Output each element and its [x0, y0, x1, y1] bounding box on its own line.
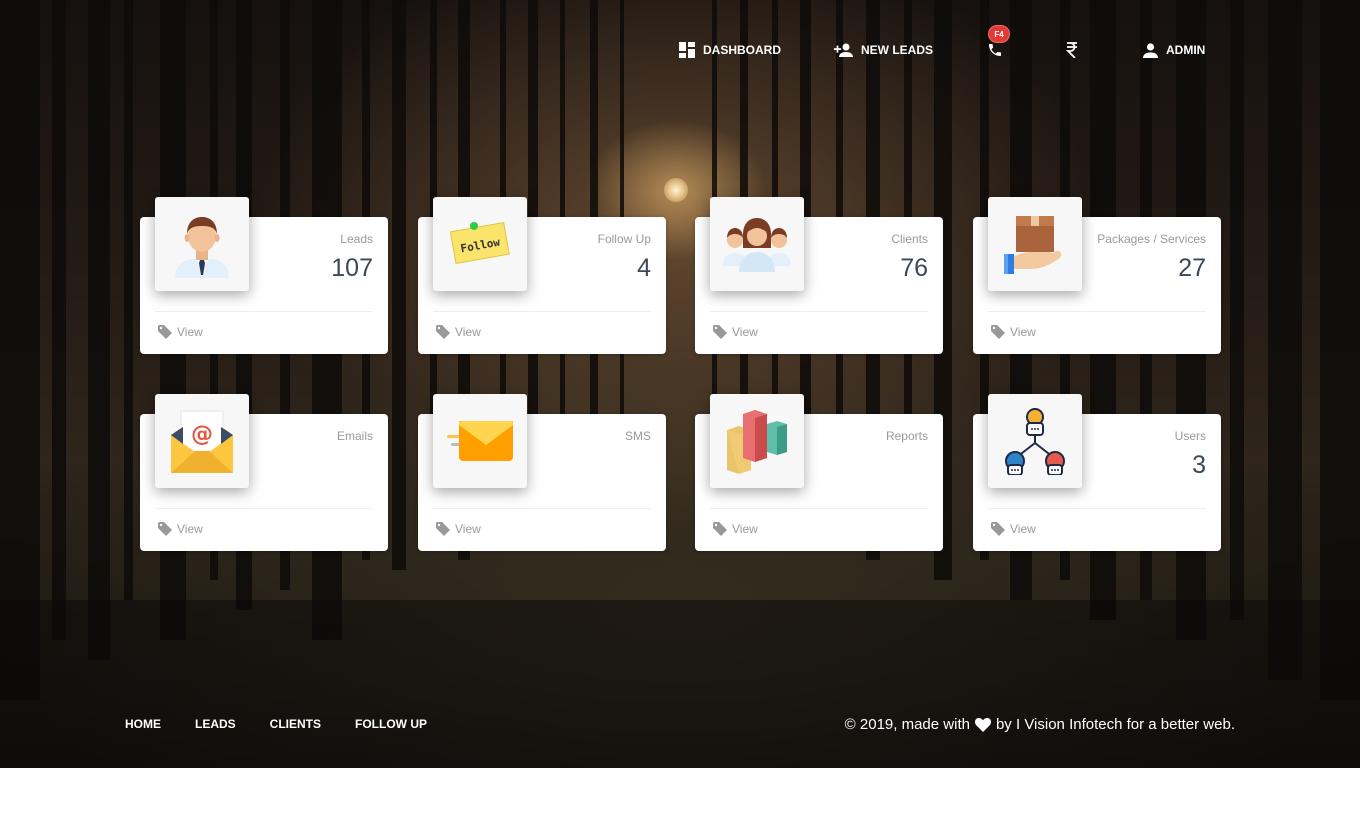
tag-icon	[436, 325, 450, 339]
card-value: 76	[900, 254, 928, 282]
card-divider	[433, 311, 651, 312]
nav-admin-label: Admin	[1166, 43, 1206, 57]
copyright-prefix: © 2019, made with	[844, 716, 970, 733]
card-footer-view[interactable]: View	[713, 522, 758, 536]
card-divider	[155, 311, 373, 312]
card-emails[interactable]: @ Emails View	[140, 394, 388, 551]
forest-background	[0, 0, 1360, 768]
businessman-icon	[155, 197, 249, 291]
card-value: 27	[1178, 254, 1206, 282]
nav-calls[interactable]: F4	[987, 25, 1010, 64]
fast-mail-icon	[433, 394, 527, 488]
footer-link-follow-up[interactable]: Follow Up	[355, 717, 427, 731]
nav-admin[interactable]: Admin	[1143, 36, 1205, 64]
footer-navigation: Home Leads Clients Follow Up	[125, 717, 461, 731]
card-reports[interactable]: Reports View	[695, 394, 943, 551]
card-packages-services[interactable]: Packages / Services 27 View	[973, 197, 1221, 354]
card-leads[interactable]: Leads 107 View	[140, 197, 388, 354]
card-divider	[988, 508, 1206, 509]
card-divider	[710, 508, 928, 509]
package-hand-icon	[988, 197, 1082, 291]
user-network-icon	[988, 394, 1082, 488]
card-footer-label: View	[177, 522, 203, 536]
card-footer-view[interactable]: View	[713, 325, 758, 339]
bar-blocks-icon	[710, 394, 804, 488]
phone-icon	[989, 44, 1001, 56]
top-navigation: Dashboard New Leads F4 Admin	[0, 25, 1360, 64]
call-count-badge: F4	[988, 25, 1010, 43]
card-footer-view[interactable]: View	[991, 522, 1036, 536]
card-footer-label: View	[455, 522, 481, 536]
card-footer-label: View	[455, 325, 481, 339]
nav-new-leads-label: New Leads	[861, 43, 933, 57]
card-sms[interactable]: SMS View	[418, 394, 666, 551]
tag-icon	[991, 522, 1005, 536]
tag-icon	[713, 325, 727, 339]
rupee-icon	[1066, 42, 1077, 58]
card-footer-label: View	[1010, 522, 1036, 536]
card-footer-label: View	[177, 325, 203, 339]
envelope-at-icon: @	[155, 394, 249, 488]
card-clients[interactable]: Clients 76 View	[695, 197, 943, 354]
card-divider	[710, 311, 928, 312]
card-footer-view[interactable]: View	[436, 325, 481, 339]
sun-glow	[664, 178, 688, 202]
tag-icon	[713, 522, 727, 536]
tag-icon	[158, 522, 172, 536]
card-title: Emails	[336, 429, 373, 443]
card-footer-view[interactable]: View	[991, 325, 1036, 339]
tag-icon	[158, 325, 172, 339]
copyright: © 2019, made with by I Vision Infotech f…	[845, 716, 1235, 733]
group-icon	[710, 197, 804, 291]
card-footer-label: View	[732, 522, 758, 536]
card-footer-view[interactable]: View	[158, 522, 203, 536]
card-follow-up[interactable]: Follow Follow Up 4 View	[418, 197, 666, 354]
sticky-note-icon: Follow	[433, 197, 527, 291]
card-title: Leads	[340, 232, 373, 246]
card-title: Follow Up	[597, 232, 651, 246]
copyright-suffix: by I Vision Infotech for a better web.	[995, 716, 1235, 733]
card-footer-view[interactable]: View	[436, 522, 481, 536]
card-footer-view[interactable]: View	[158, 325, 203, 339]
person-icon	[1143, 42, 1158, 58]
nav-new-leads[interactable]: New Leads	[834, 36, 933, 64]
card-footer-label: View	[732, 325, 758, 339]
footer-link-clients[interactable]: Clients	[270, 717, 321, 731]
card-title: SMS	[624, 429, 651, 443]
card-title: Users	[1174, 429, 1206, 443]
nav-dashboard[interactable]: Dashboard	[679, 36, 781, 64]
card-value: 4	[637, 254, 651, 282]
footer-link-leads[interactable]: Leads	[195, 717, 236, 731]
card-users[interactable]: Users 3 View	[973, 394, 1221, 551]
tree-silhouettes	[0, 0, 1360, 768]
tag-icon	[991, 325, 1005, 339]
card-title: Reports	[885, 429, 928, 443]
heart-icon	[974, 717, 991, 732]
person-add-icon	[834, 43, 853, 57]
card-title: Clients	[891, 232, 928, 246]
card-divider	[433, 508, 651, 509]
footer-link-home[interactable]: Home	[125, 717, 161, 731]
card-footer-label: View	[1010, 325, 1036, 339]
card-value: 3	[1192, 451, 1206, 479]
nav-payments[interactable]	[1066, 36, 1078, 64]
card-title: Packages / Services	[1097, 232, 1206, 246]
card-divider	[988, 311, 1206, 312]
tag-icon	[436, 522, 450, 536]
svg-text:@: @	[191, 422, 213, 447]
nav-dashboard-label: Dashboard	[703, 43, 781, 57]
card-divider	[155, 508, 373, 509]
card-value: 107	[331, 254, 373, 282]
dashboard-icon	[679, 42, 695, 58]
